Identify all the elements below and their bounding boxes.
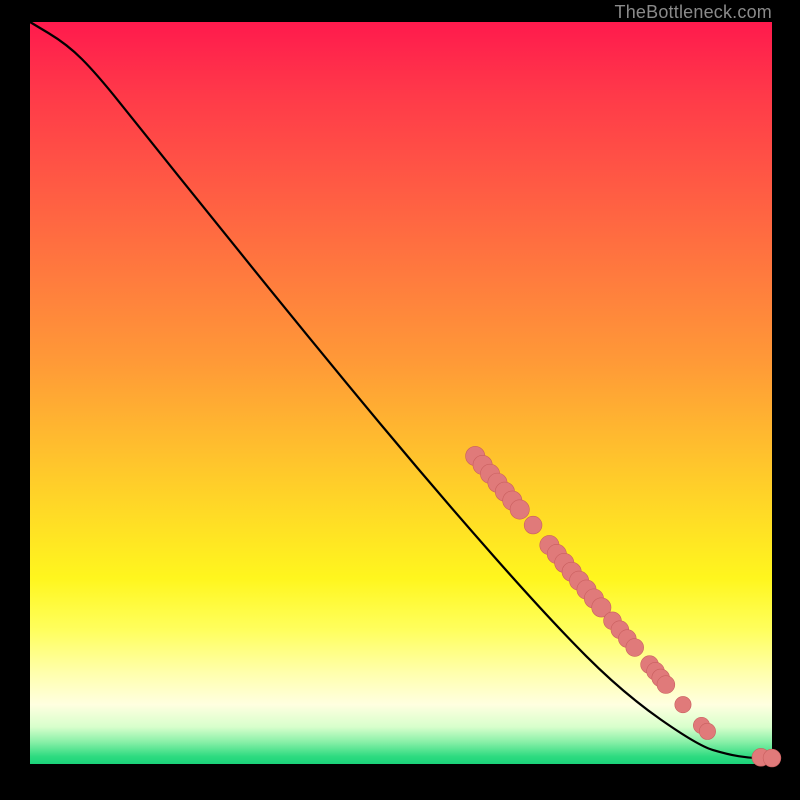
data-points [466,446,781,767]
data-point [524,516,542,534]
data-point [763,749,781,767]
watermark-text: TheBottleneck.com [615,2,772,23]
data-point [657,676,675,694]
data-point [675,696,691,712]
data-point [626,639,644,657]
data-point [510,500,529,519]
gradient-plot-area [30,22,772,764]
bottleneck-curve [30,22,772,759]
curve-layer [30,22,772,764]
chart-stage: TheBottleneck.com [0,0,800,800]
data-point [699,723,715,739]
